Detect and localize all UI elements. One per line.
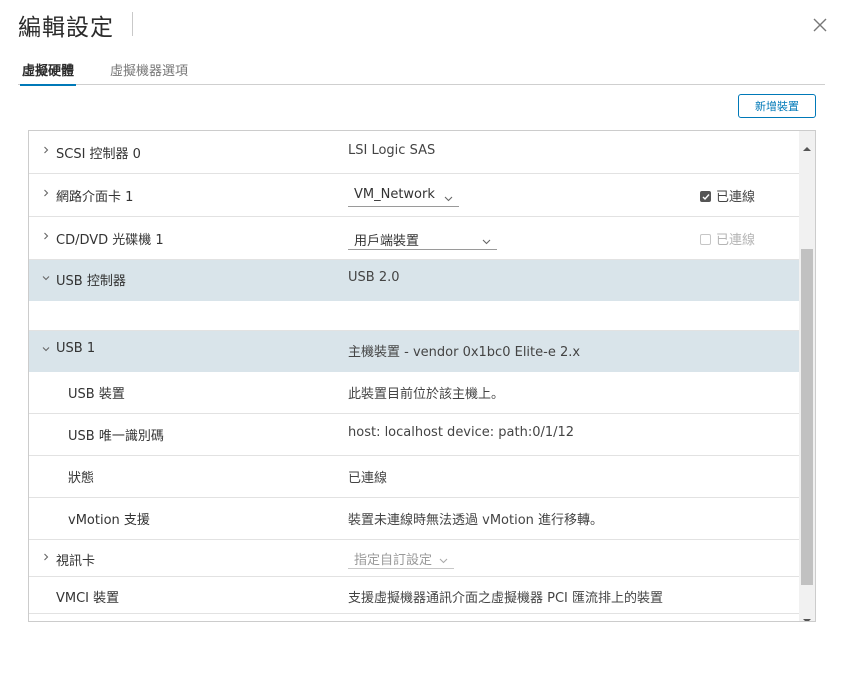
connected-checkbox[interactable]: 已連線 (700, 229, 755, 248)
dialog-title: 編輯設定 (18, 15, 114, 41)
row-label: USB 控制器 (56, 274, 126, 289)
tab-vm-options[interactable]: 虛擬機器選項 (110, 60, 188, 79)
row-label: SCSI 控制器 0 (56, 147, 141, 162)
row-label: USB 1 (56, 341, 96, 356)
select-value: VM_Network (354, 187, 435, 202)
row-label: 網路介面卡 1 (56, 190, 134, 205)
row-vmci-device: VMCI 裝置 支援虛擬機器通訊介面之虛擬機器 PCI 匯流排上的裝置 (29, 577, 799, 614)
chevron-right-icon[interactable] (42, 146, 50, 154)
row-value: LSI Logic SAS (348, 143, 436, 158)
row-value: 此裝置目前位於該主機上。 (348, 387, 505, 402)
select-value: 指定自訂設定 (354, 553, 433, 568)
row-usb-unique-id: USB 唯一識別碼 host: localhost device: path:0… (29, 414, 799, 456)
checkbox-label: 已連線 (716, 190, 756, 205)
row-label: 狀態 (68, 471, 95, 486)
row-value: 裝置未連線時無法透過 vMotion 進行移轉。 (348, 513, 604, 528)
row-value: USB 2.0 (348, 270, 400, 285)
video-card-select[interactable]: 指定自訂設定 (348, 547, 454, 569)
close-button[interactable] (808, 13, 832, 37)
connected-checkbox[interactable]: 已連線 (700, 186, 755, 205)
network-select[interactable]: VM_Network (348, 185, 459, 207)
row-label: CD/DVD 光碟機 1 (56, 233, 164, 248)
row-label: VMCI 裝置 (56, 591, 120, 606)
chevron-down-icon (444, 191, 453, 206)
checkbox-label: 已連線 (716, 233, 756, 248)
chevron-down-icon[interactable] (42, 274, 50, 282)
vertical-scrollbar[interactable] (799, 131, 815, 621)
tab-bar: 虛擬硬體 虛擬機器選項 (18, 58, 825, 86)
row-label: USB 裝置 (68, 387, 125, 402)
row-vmotion-support: vMotion 支援 裝置未連線時無法透過 vMotion 進行移轉。 (29, 498, 799, 540)
chevron-right-icon[interactable] (42, 232, 50, 240)
chevron-right-icon[interactable] (42, 189, 50, 197)
row-network-adapter[interactable]: 網路介面卡 1 VM_Network 已連線 (29, 174, 799, 217)
row-label: USB 唯一識別碼 (68, 429, 164, 444)
select-value: 用戶端裝置 (354, 234, 420, 249)
checkbox-checked-icon (700, 191, 711, 202)
scroll-down-arrow-icon[interactable] (803, 609, 811, 621)
row-spacer (29, 301, 799, 331)
close-icon (813, 18, 827, 32)
row-value: 已連線 (348, 471, 388, 486)
checkbox-unchecked-icon (700, 234, 711, 245)
row-cd-dvd-drive[interactable]: CD/DVD 光碟機 1 用戶端裝置 已連線 (29, 217, 799, 260)
row-usb-device: USB 裝置 此裝置目前位於該主機上。 (29, 372, 799, 414)
chevron-down-icon[interactable] (42, 345, 50, 353)
row-video-card[interactable]: 視訊卡 指定自訂設定 (29, 540, 799, 577)
cd-dvd-select[interactable]: 用戶端裝置 (348, 228, 497, 250)
row-value: host: localhost device: path:0/1/12 (348, 425, 575, 440)
row-value: 支援虛擬機器通訊介面之虛擬機器 PCI 匯流排上的裝置 (348, 591, 664, 606)
hardware-list-panel: SCSI 控制器 0 LSI Logic SAS 網路介面卡 1 VM_Netw… (28, 130, 816, 622)
tab-virtual-hardware[interactable]: 虛擬硬體 (19, 60, 77, 86)
row-usb-1[interactable]: USB 1 主機裝置 - vendor 0x1bc0 Elite-e 2.x (29, 331, 799, 372)
row-status: 狀態 已連線 (29, 456, 799, 498)
title-separator (132, 12, 133, 36)
chevron-right-icon[interactable] (42, 553, 50, 561)
hardware-rows: SCSI 控制器 0 LSI Logic SAS 網路介面卡 1 VM_Netw… (29, 131, 799, 614)
row-scsi-controller[interactable]: SCSI 控制器 0 LSI Logic SAS (29, 131, 799, 174)
chevron-down-icon (482, 234, 491, 249)
row-usb-controller[interactable]: USB 控制器 USB 2.0 (29, 260, 799, 301)
row-label: vMotion 支援 (68, 513, 150, 528)
scroll-up-arrow-icon[interactable] (803, 137, 811, 151)
chevron-down-icon (439, 553, 448, 568)
add-device-button[interactable]: 新增裝置 (738, 94, 816, 118)
row-value: 主機裝置 - vendor 0x1bc0 Elite-e 2.x (348, 345, 581, 360)
row-label: 視訊卡 (56, 554, 96, 569)
scrollbar-thumb[interactable] (801, 249, 813, 585)
